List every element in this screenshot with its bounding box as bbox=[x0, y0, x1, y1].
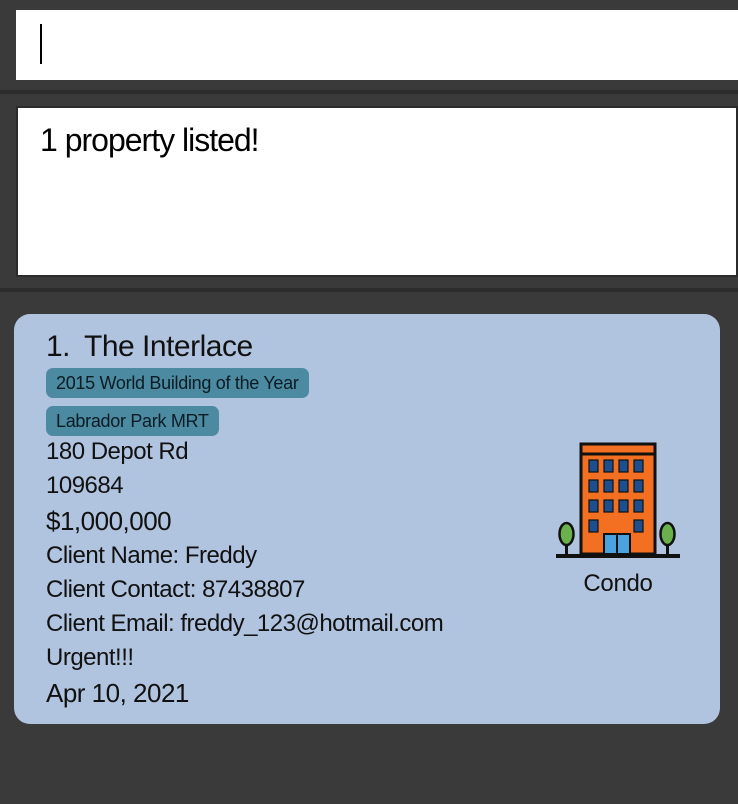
client-name: Client Name: Freddy bbox=[46, 542, 257, 569]
command-box[interactable] bbox=[16, 10, 738, 80]
property-title: 1. The Interlace bbox=[46, 330, 253, 364]
divider bbox=[0, 288, 738, 292]
result-display: 1 property listed! bbox=[16, 106, 738, 277]
property-price: $1,000,000 bbox=[46, 506, 172, 536]
divider bbox=[0, 90, 738, 94]
property-postal-code: 109684 bbox=[46, 472, 124, 499]
property-address: 180 Depot Rd bbox=[46, 438, 189, 465]
property-name: The Interlace bbox=[84, 330, 253, 363]
command-input[interactable] bbox=[44, 24, 724, 64]
text-caret bbox=[40, 24, 42, 64]
property-remark: Urgent!!! bbox=[46, 644, 134, 671]
property-deadline: Apr 10, 2021 bbox=[46, 678, 189, 708]
client-contact: Client Contact: 87438807 bbox=[46, 576, 305, 603]
property-card[interactable]: 1. The Interlace 2015 World Building of t… bbox=[14, 314, 720, 724]
result-message: 1 property listed! bbox=[40, 122, 260, 158]
condo-building-icon bbox=[556, 442, 680, 558]
client-email: Client Email: freddy_123@hotmail.com bbox=[46, 610, 444, 637]
property-index: 1. bbox=[46, 330, 71, 363]
tag-badge: 2015 World Building of the Year bbox=[46, 368, 309, 398]
property-type: Condo bbox=[583, 570, 653, 597]
tag-badge: Labrador Park MRT bbox=[46, 406, 219, 436]
app-window: 1 property listed! 1. The Interlace 2015 … bbox=[0, 0, 738, 804]
